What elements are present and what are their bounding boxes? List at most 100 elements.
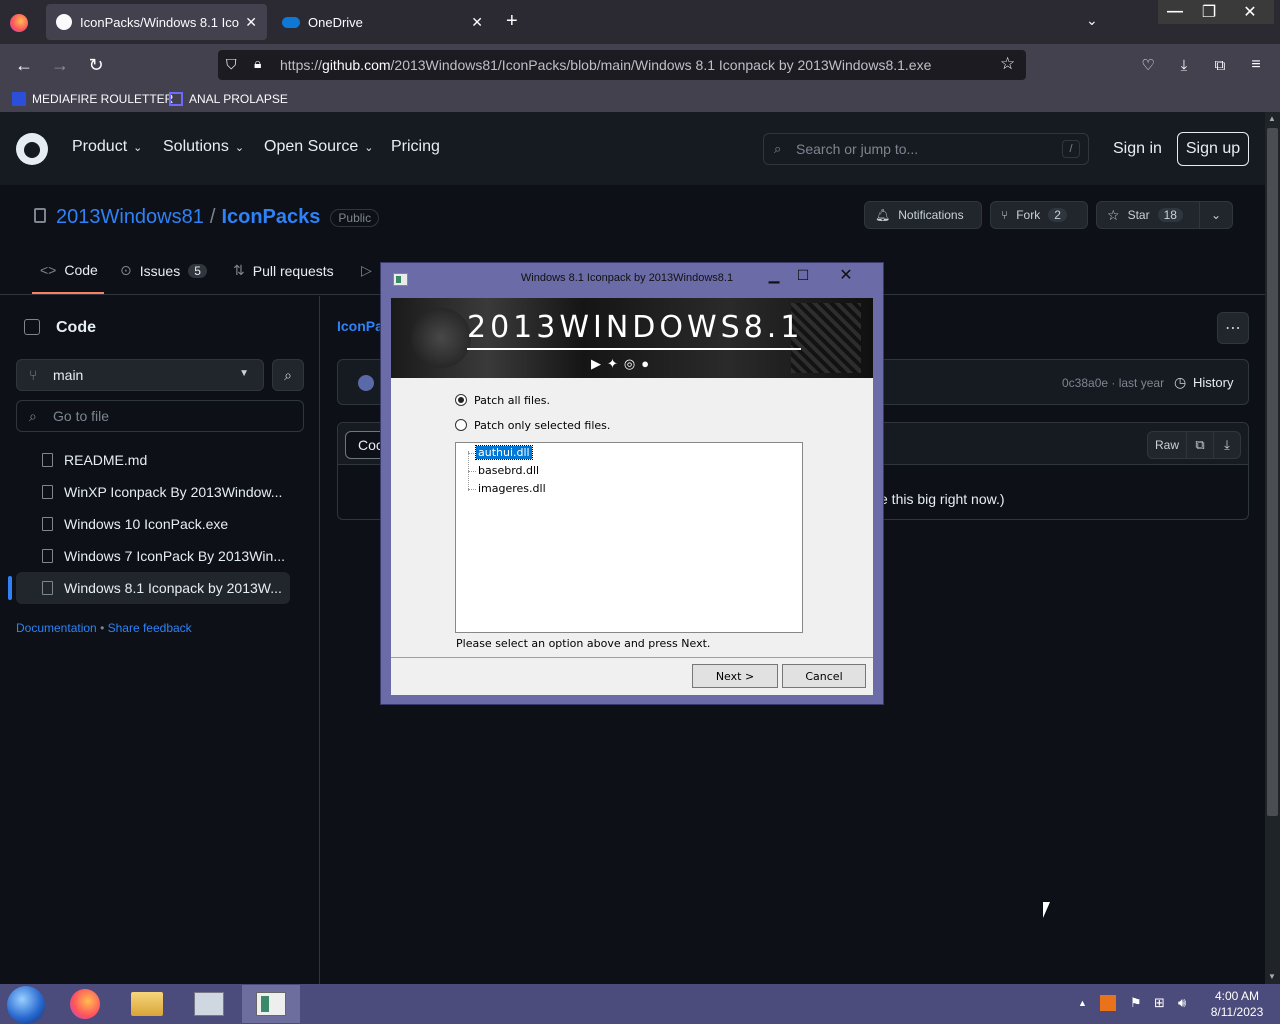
file-win10[interactable]: Windows 10 IconPack.exe [16,508,290,540]
commit-meta[interactable]: 0c38a0e · last year [1062,376,1164,390]
fork-icon: ⑂ [1001,208,1009,222]
list-tabs-chevron-icon[interactable]: ⌄ [1086,12,1098,29]
file-win81-selected[interactable]: Windows 8.1 Iconpack by 2013W... [16,572,290,604]
dialog-close-icon[interactable]: ✕ [830,265,862,285]
tab-issues[interactable]: ⊙ Issues 5 [120,262,207,279]
github-logo-icon[interactable] [16,133,48,165]
issue-circle-icon: ⊙ [120,262,132,278]
taskbar-app[interactable] [180,985,238,1023]
next-button[interactable]: Next > [692,664,778,688]
shield-icon[interactable]: ⛉ [226,56,237,73]
tab-title: OneDrive [308,14,363,30]
list-item[interactable]: imageres.dll [478,482,546,495]
nav-product[interactable]: Product ⌄ [72,138,142,156]
fork-count: 2 [1048,208,1067,222]
sign-in-link[interactable]: Sign in [1113,140,1162,158]
nav-solutions[interactable]: Solutions ⌄ [163,138,244,156]
volume-icon[interactable]: 🔊︎ [1178,995,1186,1011]
repo-owner-link[interactable]: 2013Windows81 [56,206,204,229]
bookmark-star-icon[interactable]: ☆ [1000,54,1015,74]
bookmark-site-icon [169,92,183,106]
back-arrow-icon[interactable]: ← [9,50,39,80]
network-icon[interactable]: ⊞ [1154,995,1165,1011]
close-window-icon[interactable]: ✕ [1226,0,1274,24]
dialog-maximize-icon[interactable]: ☐ [791,267,815,285]
sidebar-footer-links: Documentation • Share feedback [16,621,192,635]
documentation-link[interactable]: Documentation [16,621,97,635]
taskbar-explorer[interactable] [118,985,176,1023]
action-center-flag-icon[interactable]: ⚑ [1130,995,1142,1011]
share-feedback-link[interactable]: Share feedback [108,621,192,635]
close-tab-icon[interactable]: ✕ [245,14,257,31]
downloads-icon[interactable]: ⤓ [1169,50,1199,80]
chevron-down-icon: ⌄ [133,141,143,154]
history-link[interactable]: History [1193,375,1233,390]
sign-up-button[interactable]: Sign up [1177,132,1249,166]
radio-patch-all[interactable] [455,394,467,406]
notifications-button[interactable]: 🔔︎ Notifications [864,201,982,229]
tab-onedrive[interactable]: OneDrive ✕ [272,4,493,40]
go-to-file-input[interactable]: ⌕ Go to file [16,400,304,432]
list-item[interactable]: basebrd.dll [478,464,539,477]
file-list-tree[interactable]: authui.dll basebrd.dll imageres.dll [455,442,803,633]
active-tab-underline [32,292,104,294]
taskbar-installer[interactable] [242,985,300,1023]
branch-selector-button[interactable]: ⑂ main ▼ [16,359,264,391]
copy-icon[interactable]: ⧉ [1186,431,1214,459]
bookmark-second[interactable]: ANAL PROLAPSE [169,90,288,108]
file-winxp[interactable]: WinXP Iconpack By 2013Window... [16,476,290,508]
forward-arrow-icon[interactable]: → [45,50,75,80]
issues-count: 5 [188,263,207,278]
show-hidden-icons-caret-icon[interactable]: ▲ [1078,998,1087,1008]
visibility-badge: Public [330,208,380,227]
tab-github[interactable]: IconPacks/Windows 8.1 Iconpack by 2013Wi… [46,4,267,40]
nav-open-source[interactable]: Open Source ⌄ [264,138,374,156]
radio-patch-selected[interactable] [455,419,467,431]
lock-icon[interactable]: 🔒︎ [254,55,261,72]
fork-button[interactable]: ⑂ Fork 2 [990,201,1088,229]
tab-code[interactable]: <> Code [40,262,98,278]
firefox-menu-icon[interactable] [10,14,28,32]
collapse-sidebar-icon[interactable] [24,319,40,335]
github-search-input[interactable]: ⌕ Search or jump to... / [763,133,1089,165]
minimize-window-icon[interactable]: — [1158,0,1192,24]
hamburger-menu-icon[interactable]: ≡ [1241,50,1271,80]
search-files-button[interactable]: ⌕ [272,359,304,391]
nav-pricing[interactable]: Pricing [391,138,440,156]
radio-patch-all-label[interactable]: Patch all files. [474,394,550,407]
tray-app-icon[interactable] [1100,995,1116,1011]
file-icon [42,549,53,563]
star-dropdown-chevron-icon[interactable]: ⌄ [1199,201,1233,229]
tab-pull-requests[interactable]: ⇅ Pull requests [233,262,334,279]
raw-button[interactable]: Raw [1147,431,1187,459]
dialog-minimize-icon[interactable]: ▁ [762,267,786,285]
star-button[interactable]: ☆ Star 18 [1096,201,1200,229]
scroll-down-icon[interactable]: ▼ [1268,972,1276,981]
branch-icon: ⑂ [29,367,38,383]
download-icon[interactable]: ⤓ [1213,431,1241,459]
taskbar-firefox[interactable] [56,985,114,1023]
file-win7[interactable]: Windows 7 IconPack By 2013Win... [16,540,290,572]
scrollbar-thumb[interactable] [1267,128,1278,816]
reload-icon[interactable]: ↻ [81,50,111,80]
pocket-icon[interactable]: ♡ [1133,50,1163,80]
breadcrumb[interactable]: IconPa [337,318,383,334]
more-options-kebab-icon[interactable]: ⋯ [1217,312,1249,344]
repo-name-link[interactable]: IconPacks [221,206,320,229]
close-tab-icon[interactable]: ✕ [471,14,483,31]
new-tab-plus-icon[interactable]: + [506,10,518,33]
scroll-up-icon[interactable]: ▲ [1268,114,1276,123]
cancel-button[interactable]: Cancel [782,664,866,688]
bookmark-mediafire[interactable]: MEDIAFIRE ROULETTER [12,90,173,108]
url-bar[interactable]: ⛉ 🔒︎ https://github.com/2013Windows81/Ic… [218,50,1026,80]
bookmarks-bar: MEDIAFIRE ROULETTER ANAL PROLAPSE [0,86,1280,112]
radio-patch-selected-label[interactable]: Patch only selected files. [474,419,610,432]
tab-actions-partial[interactable]: ▷ [361,262,372,279]
restore-window-icon[interactable]: ❐ [1192,0,1226,24]
avatar[interactable] [358,375,374,391]
start-orb-icon[interactable] [7,986,45,1024]
extensions-icon[interactable]: ⧉ [1205,50,1235,80]
taskbar-clock[interactable]: 4:00 AM 8/11/2023 [1206,988,1268,1020]
list-item[interactable]: authui.dll [475,445,533,460]
file-readme[interactable]: README.md [16,444,290,476]
